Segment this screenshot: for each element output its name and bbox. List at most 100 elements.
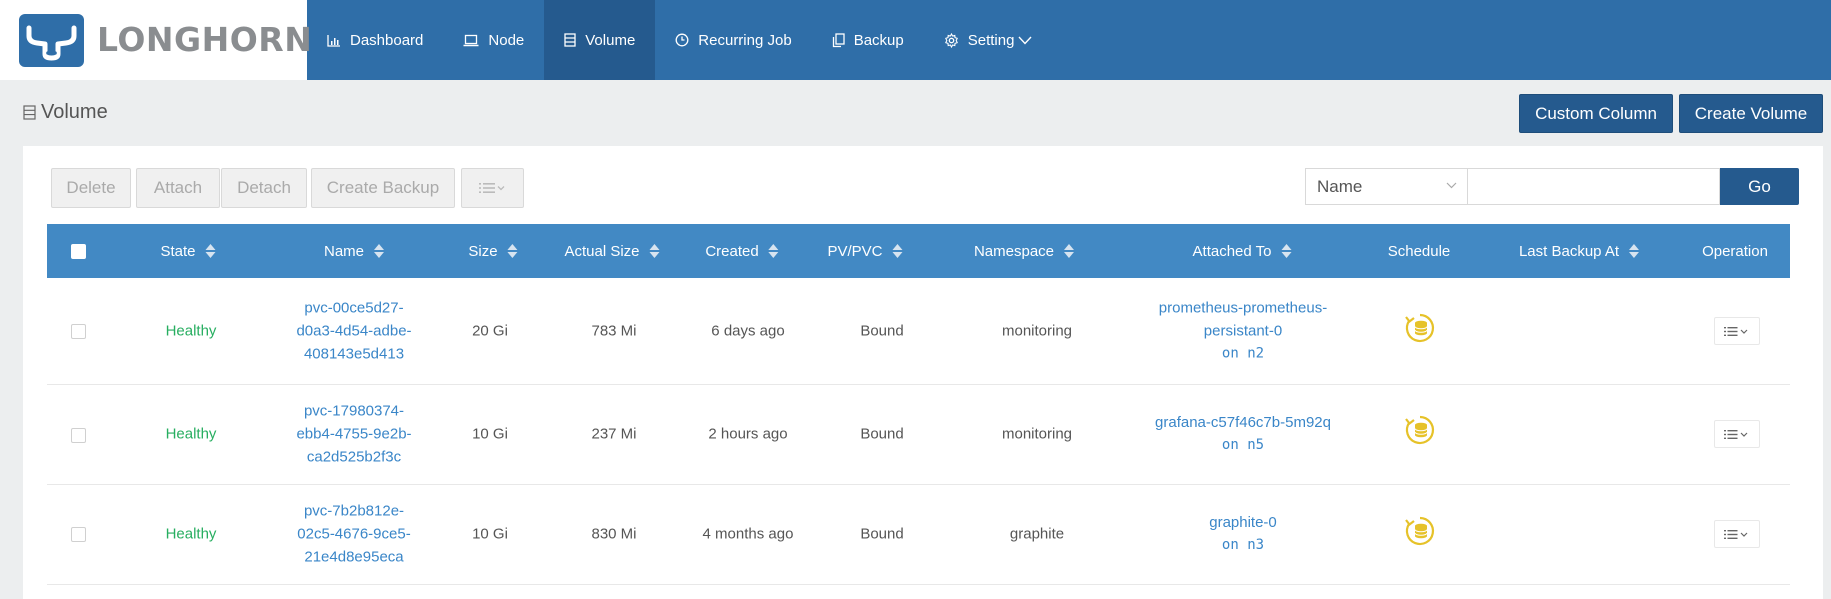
- volume-name-line: pvc-00ce5d27-: [304, 299, 404, 317]
- bar-chart-icon: [327, 34, 340, 47]
- attached-workload-line: graphite-0: [1209, 514, 1277, 531]
- attached-to: prometheus-prometheus- persistant-0 on n…: [1159, 297, 1327, 366]
- attached-workload-link[interactable]: grafana-c57f46c7b-5m92q: [1155, 411, 1331, 434]
- actual-size-value: 237 Mi: [591, 425, 637, 443]
- column-header-pv-pvc[interactable]: PV/PVC: [827, 224, 903, 278]
- attached-workload-line: persistant-0: [1203, 322, 1283, 340]
- volume-name-line: 02c5-4676-9ce5-: [297, 525, 411, 543]
- column-header-state[interactable]: State: [160, 224, 216, 278]
- bulk-actions-button[interactable]: [461, 168, 524, 208]
- column-header-created[interactable]: Created: [705, 224, 779, 278]
- pv-pvc-status: Bound: [860, 322, 904, 340]
- create-volume-button[interactable]: Create Volume: [1679, 94, 1823, 133]
- recurring-schedule-icon[interactable]: [1403, 311, 1437, 345]
- actual-size-value: 783 Mi: [591, 322, 637, 340]
- go-button[interactable]: Go: [1720, 168, 1799, 205]
- nav-item-volume[interactable]: Volume: [544, 0, 656, 80]
- row-checkbox[interactable]: [71, 527, 86, 542]
- attach-button[interactable]: Attach: [136, 168, 220, 208]
- create-backup-button[interactable]: Create Backup: [311, 168, 455, 208]
- select-all-checkbox[interactable]: [71, 244, 86, 259]
- row-operation-button[interactable]: [1714, 317, 1760, 345]
- attached-workload-line: prometheus-prometheus-: [1158, 299, 1328, 317]
- volume-name-line: 21e4d8e95eca: [304, 548, 404, 566]
- logo[interactable]: LONGHORN: [0, 0, 312, 80]
- laptop-icon: [463, 34, 479, 46]
- column-label: Attached To: [1192, 242, 1272, 260]
- gear-icon: [944, 32, 958, 48]
- search-input[interactable]: [1468, 168, 1720, 205]
- namespace-value: monitoring: [1001, 322, 1073, 340]
- pv-pvc-status: Bound: [860, 425, 904, 443]
- column-header-attached-to[interactable]: Attached To: [1193, 224, 1292, 278]
- custom-column-button[interactable]: Custom Column: [1519, 94, 1673, 133]
- nav-item-node[interactable]: Node: [443, 0, 544, 80]
- column-label: Actual Size: [564, 242, 640, 260]
- database-icon: [23, 105, 36, 120]
- attached-workload-link[interactable]: graphite-0: [1209, 511, 1277, 534]
- column-label: Created: [705, 242, 759, 260]
- volume-name-link[interactable]: pvc-00ce5d27- d0a3-4d54-adbe- 408143e5d4…: [296, 297, 411, 366]
- volume-name-line: pvc-7b2b812e-: [303, 502, 405, 520]
- column-header-name[interactable]: Name: [324, 224, 385, 278]
- recurring-schedule-icon[interactable]: [1403, 413, 1437, 447]
- created-value: 6 days ago: [711, 322, 785, 340]
- sort-icon[interactable]: [507, 244, 518, 258]
- nav-item-recurring-job[interactable]: Recurring Job: [655, 0, 811, 80]
- attached-node-link[interactable]: on n3: [1209, 534, 1277, 557]
- nav-item-dashboard[interactable]: Dashboard: [307, 0, 443, 80]
- detach-button[interactable]: Detach: [221, 168, 307, 208]
- page-title: Volume: [23, 101, 108, 124]
- column-label: State: [160, 242, 196, 260]
- sort-icon[interactable]: [1629, 244, 1640, 258]
- volume-name-link[interactable]: pvc-7b2b812e- 02c5-4676-9ce5- 21e4d8e95e…: [297, 500, 410, 569]
- nav-item-backup[interactable]: Backup: [812, 0, 924, 80]
- sort-icon[interactable]: [1281, 244, 1292, 258]
- nav-item-setting[interactable]: Setting: [924, 0, 1053, 80]
- copy-icon: [832, 32, 845, 47]
- list-icon: [1724, 529, 1748, 539]
- row-checkbox[interactable]: [71, 428, 86, 443]
- column-header-last-backup-at[interactable]: Last Backup At: [1518, 224, 1640, 278]
- attached-node-link[interactable]: on n2: [1159, 343, 1327, 366]
- sort-icon[interactable]: [649, 244, 660, 258]
- sort-icon[interactable]: [768, 244, 779, 258]
- sort-icon[interactable]: [1064, 244, 1075, 258]
- list-icon: [478, 183, 504, 193]
- recurring-schedule-icon[interactable]: [1403, 514, 1437, 548]
- size-value: 10 Gi: [472, 525, 508, 543]
- nav-label-node: Node: [488, 31, 525, 49]
- size-value: 10 Gi: [472, 425, 508, 443]
- nav-label-volume: Volume: [585, 31, 636, 49]
- chevron-down-icon: [1018, 36, 1032, 45]
- sort-icon[interactable]: [374, 244, 385, 258]
- size-value: 20 Gi: [472, 322, 508, 340]
- column-header-actual-size[interactable]: Actual Size: [564, 224, 660, 278]
- created-value: 2 hours ago: [708, 425, 788, 443]
- row-checkbox[interactable]: [71, 324, 86, 339]
- sort-icon[interactable]: [205, 244, 216, 258]
- search-field-select[interactable]: Name: [1305, 168, 1468, 205]
- column-header-size[interactable]: Size: [468, 224, 518, 278]
- sort-icon[interactable]: [892, 244, 903, 258]
- column-label: Operation: [1702, 242, 1768, 260]
- row-operation-button[interactable]: [1714, 420, 1760, 448]
- column-label: Last Backup At: [1518, 242, 1620, 260]
- pv-pvc-status: Bound: [860, 525, 904, 543]
- table-row: Healthy pvc-7b2b812e- 02c5-4676-9ce5- 21…: [47, 485, 1790, 585]
- volume-name-line: ca2d525b2f3c: [306, 448, 402, 466]
- column-header-namespace[interactable]: Namespace: [973, 224, 1075, 278]
- main-nav: Dashboard Node Volume Recurring Job Back…: [307, 0, 1052, 80]
- table-row: Healthy pvc-17980374- ebb4-4755-9e2b- ca…: [47, 385, 1790, 485]
- state-badge: Healthy: [165, 525, 217, 543]
- state-badge: Healthy: [165, 322, 217, 340]
- attached-workload-link[interactable]: prometheus-prometheus- persistant-0: [1159, 297, 1327, 343]
- namespace-value: graphite: [1009, 525, 1065, 543]
- column-label: Namespace: [973, 242, 1055, 260]
- list-icon: [1724, 326, 1748, 336]
- volume-name-link[interactable]: pvc-17980374- ebb4-4755-9e2b- ca2d525b2f…: [296, 400, 411, 469]
- delete-button[interactable]: Delete: [51, 168, 131, 208]
- row-operation-button[interactable]: [1714, 520, 1760, 548]
- table-header: State Name Size Actual Size Created PV/P…: [47, 224, 1790, 278]
- attached-node-link[interactable]: on n5: [1155, 434, 1331, 457]
